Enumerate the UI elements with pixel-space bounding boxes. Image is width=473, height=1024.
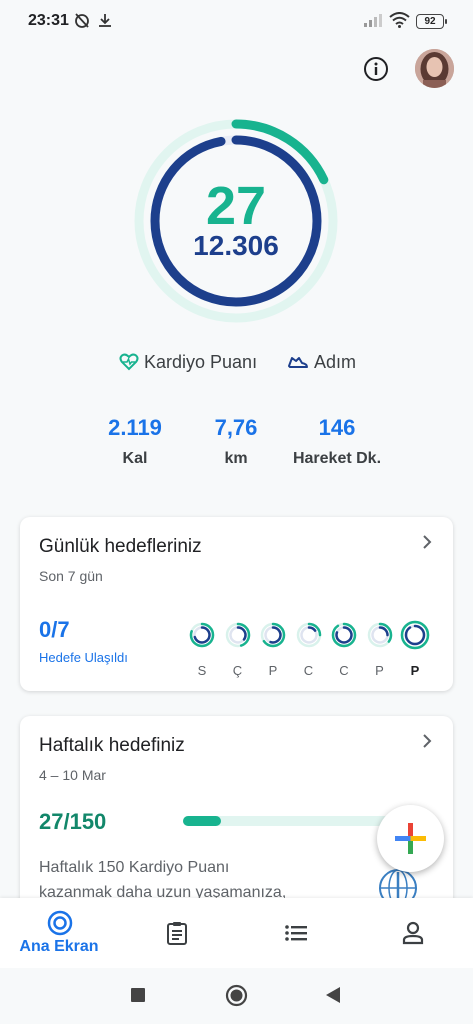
daily-goals-count-label: Hedefe Ulaşıldı bbox=[39, 650, 128, 665]
day-ring-icon bbox=[189, 622, 215, 648]
daily-goals-count: 0/7 bbox=[39, 617, 70, 642]
weekly-goal-description-line1: Haftalık 150 Kardiyo Puanı bbox=[39, 859, 230, 876]
day-ring-icon bbox=[225, 622, 250, 648]
day-ring-icon bbox=[260, 622, 286, 648]
chevron-right-icon[interactable] bbox=[421, 533, 433, 551]
profile-photo bbox=[415, 49, 454, 88]
nav-home[interactable]: Ana Ekran bbox=[0, 898, 118, 968]
nav-browse[interactable] bbox=[258, 898, 333, 968]
day-label: P bbox=[375, 663, 384, 678]
legend-steps-label: Adım bbox=[314, 351, 357, 372]
square-icon[interactable] bbox=[130, 987, 146, 1003]
stat-move-minutes-label: Hareket Dk. bbox=[292, 450, 382, 467]
nav-journal[interactable] bbox=[140, 898, 215, 968]
download-icon bbox=[99, 14, 111, 27]
signal-icon bbox=[364, 14, 382, 27]
weekly-goal-title: Haftalık hedefiniz bbox=[39, 735, 185, 756]
weekly-progress-fill bbox=[183, 816, 221, 826]
circle-icon[interactable] bbox=[225, 984, 248, 1007]
day-ring-icon bbox=[331, 622, 357, 648]
day-goal-2: P bbox=[258, 620, 288, 678]
day-goal-0: S bbox=[187, 620, 217, 678]
battery-indicator: 92 bbox=[416, 14, 447, 29]
add-button[interactable] bbox=[377, 805, 444, 872]
system-navigation-bar bbox=[0, 968, 473, 1024]
weekly-goal-subtitle: 4 – 10 Mar bbox=[39, 767, 106, 783]
nav-home-label: Ana Ekran bbox=[19, 938, 99, 955]
list-icon bbox=[285, 925, 307, 941]
triangle-icon[interactable] bbox=[325, 986, 341, 1004]
daily-goals-title: Günlük hedefleriniz bbox=[39, 536, 202, 557]
cardio-points-value: 27 bbox=[205, 176, 267, 236]
day-goal-3: C bbox=[294, 620, 324, 678]
profile-icon bbox=[402, 921, 424, 945]
stat-move-minutes: 146 Hareket Dk. bbox=[267, 414, 407, 468]
day-goal-5: P bbox=[365, 620, 395, 678]
day-label: C bbox=[339, 663, 349, 678]
avatar[interactable] bbox=[415, 49, 454, 88]
shoe-icon bbox=[288, 357, 308, 368]
nav-profile[interactable] bbox=[376, 898, 451, 968]
alarm-off-icon bbox=[75, 13, 89, 28]
legend-cardio: Kardiyo Puanı bbox=[119, 350, 257, 374]
day-ring-icon bbox=[400, 620, 430, 650]
day-label: P bbox=[410, 663, 420, 678]
info-icon[interactable] bbox=[363, 56, 389, 82]
steps-value: 12.306 bbox=[193, 230, 279, 261]
daily-goals-subtitle: Son 7 gün bbox=[39, 568, 103, 584]
weekly-progress-track bbox=[183, 816, 393, 826]
day-label: P bbox=[268, 663, 278, 678]
stat-move-minutes-value: 146 bbox=[318, 415, 356, 440]
day-label: Ç bbox=[232, 663, 243, 678]
day-ring-icon bbox=[367, 622, 392, 648]
wifi-icon bbox=[389, 12, 410, 28]
day-goal-6: P bbox=[400, 620, 430, 678]
status-bar: 23:31 92 bbox=[0, 0, 473, 42]
day-label: C bbox=[303, 663, 314, 678]
day-ring-icon bbox=[296, 622, 321, 648]
day-goal-1: Ç bbox=[223, 620, 253, 678]
bottom-navigation: Ana Ekran bbox=[0, 898, 473, 968]
day-label: S bbox=[197, 663, 207, 678]
day-goal-4: C bbox=[329, 620, 359, 678]
heart-icon bbox=[119, 353, 139, 371]
home-ring-icon bbox=[47, 910, 73, 936]
legend-cardio-label: Kardiyo Puanı bbox=[144, 351, 258, 372]
status-time: 23:31 bbox=[28, 12, 69, 29]
chevron-right-icon[interactable] bbox=[421, 732, 433, 750]
journal-icon bbox=[167, 922, 187, 945]
legend-steps: Adım bbox=[287, 350, 356, 374]
plus-icon bbox=[395, 823, 426, 854]
weekly-goal-count: 27/150 bbox=[39, 809, 107, 834]
